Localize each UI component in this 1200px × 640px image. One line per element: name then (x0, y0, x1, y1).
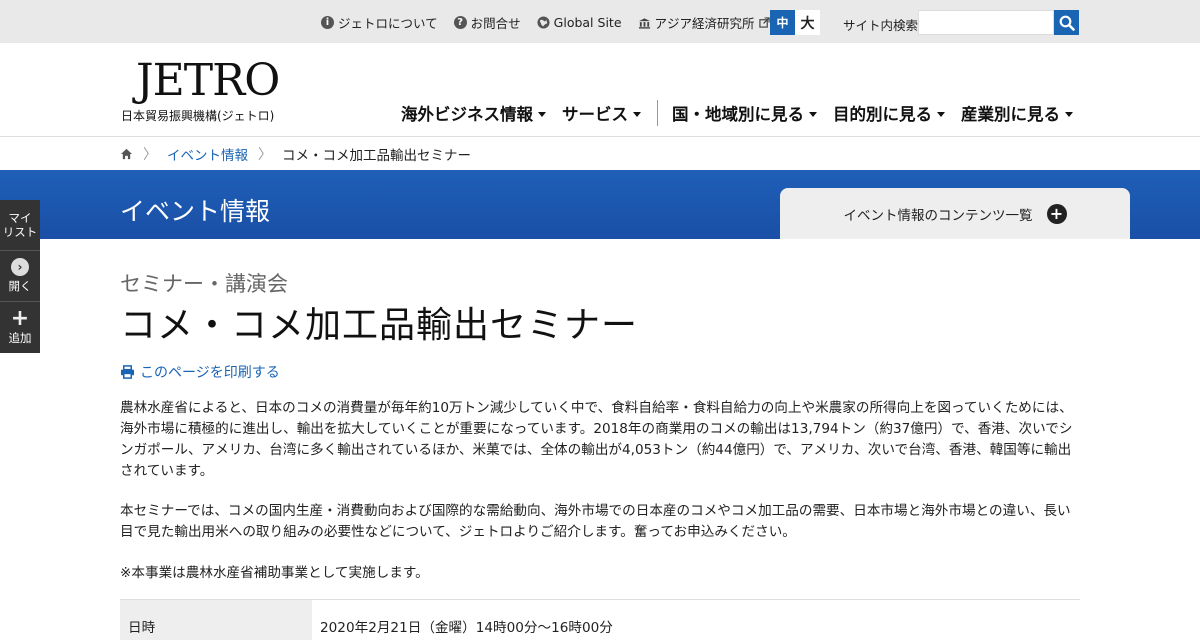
utility-link-label: お問合せ (470, 16, 521, 31)
caret-down-icon (538, 111, 546, 117)
logo-subtitle: 日本貿易振興機構(ジェトロ) (121, 109, 275, 123)
breadcrumb: 〉 イベント情報 〉 コメ・コメ加工品輸出セミナー (120, 137, 471, 170)
home-icon[interactable] (120, 148, 133, 160)
subsidy-note: ※本事業は農林水産省補助事業として実施します。 (120, 565, 429, 581)
utility-link-ide[interactable]: アジア経済研究所 (638, 13, 770, 32)
mylist-label: マイ リスト (2, 210, 38, 239)
contents-list-label: イベント情報のコンテンツ一覧 (843, 207, 1033, 224)
globe-icon (537, 16, 550, 29)
utility-bar: i ジェトロについて ? お問合せ Global Site アジア経済研究所 中… (0, 0, 1200, 43)
nav-overseas-business[interactable]: 海外ビジネス情報 (401, 101, 546, 125)
nav-label: 産業別に見る (961, 105, 1060, 124)
print-page-link[interactable]: このページを印刷する (120, 362, 280, 382)
nav-label: 目的別に見る (833, 105, 932, 124)
nav-divider (657, 100, 658, 126)
nav-by-region[interactable]: 国・地域別に見る (672, 101, 817, 125)
utility-link-label: アジア経済研究所 (654, 16, 755, 31)
caret-down-icon (809, 111, 817, 117)
search-label: サイト内検索 (843, 18, 919, 33)
search-button[interactable] (1054, 10, 1079, 35)
utility-links: i ジェトロについて ? お問合せ Global Site アジア経済研究所 (321, 13, 770, 32)
caret-down-icon (937, 111, 945, 117)
mylist-add-button[interactable]: + 追加 (0, 302, 40, 353)
search-input[interactable] (918, 10, 1054, 35)
utility-link-global[interactable]: Global Site (537, 13, 622, 32)
section-title: イベント情報 (120, 197, 271, 226)
info-icon: i (321, 16, 334, 29)
nav-by-purpose[interactable]: 目的別に見る (833, 101, 945, 125)
add-label: 追加 (8, 330, 32, 345)
side-tools: マイ リスト › 開く + 追加 (0, 200, 40, 353)
seminar-description-paragraph: 本セミナーでは、コメの国内生産・消費動向および国際的な需給動向、海外市場での日本… (120, 503, 1071, 540)
event-info-table: 日時 2020年2月21日（金曜）14時00分～16時00分 (120, 599, 1080, 640)
plus-circle-icon: + (1046, 203, 1067, 224)
external-link-icon (758, 17, 770, 28)
nav-label: 国・地域別に見る (672, 105, 804, 124)
help-icon: ? (453, 16, 467, 29)
utility-link-contact[interactable]: ? お問合せ (453, 13, 521, 32)
mylist-open-button[interactable]: › 開く (0, 251, 40, 302)
section-band: イベント情報 イベント情報のコンテンツ一覧 + (0, 170, 1200, 239)
building-icon (638, 17, 650, 29)
printer-icon (120, 365, 135, 379)
table-value-cell: 2020年2月21日（金曜）14時00分～16時00分 (320, 620, 613, 636)
open-label: 開く (8, 279, 32, 294)
chevron-right-icon: 〉 (258, 146, 272, 163)
print-label: このページを印刷する (140, 365, 280, 381)
font-size-switcher: 中 大 (770, 10, 820, 35)
caret-down-icon (633, 111, 641, 117)
event-category: セミナー・講演会 (120, 272, 288, 296)
utility-link-label: Global Site (553, 15, 622, 30)
jetro-logo[interactable]: JETRO (136, 55, 280, 106)
page-title: コメ・コメ加工品輸出セミナー (120, 305, 639, 346)
global-nav: 海外ビジネス情報 サービス 国・地域別に見る 目的別に見る 産業別に見る (401, 100, 1073, 126)
table-header-cell: 日時 (120, 600, 312, 640)
search-icon (1059, 15, 1075, 31)
plus-icon: + (10, 305, 30, 331)
font-size-large-button[interactable]: 大 (795, 10, 820, 35)
font-size-medium-button[interactable]: 中 (770, 10, 795, 35)
intro-paragraph: 農林水産省によると、日本のコメの消費量が毎年約10万トン減少していく中で、食料自… (120, 400, 1073, 479)
utility-link-about[interactable]: i ジェトロについて (321, 13, 438, 32)
chevron-right-circle-icon: › (11, 258, 29, 277)
nav-by-industry[interactable]: 産業別に見る (961, 101, 1073, 125)
table-row: 日時 2020年2月21日（金曜）14時00分～16時00分 (120, 600, 1080, 640)
mylist-tab[interactable]: マイ リスト (0, 200, 40, 251)
nav-services[interactable]: サービス (562, 101, 641, 125)
contents-list-toggle[interactable]: イベント情報のコンテンツ一覧 + (780, 188, 1130, 239)
chevron-right-icon: 〉 (143, 146, 157, 163)
breadcrumb-link-events[interactable]: イベント情報 (167, 144, 248, 164)
utility-link-label: ジェトロについて (338, 16, 438, 31)
breadcrumb-current: コメ・コメ加工品輸出セミナー (282, 147, 471, 164)
site-header: JETRO 日本貿易振興機構(ジェトロ) 海外ビジネス情報 サービス 国・地域別… (0, 43, 1200, 137)
nav-label: サービス (562, 105, 628, 124)
nav-label: 海外ビジネス情報 (401, 105, 533, 124)
caret-down-icon (1065, 111, 1073, 117)
